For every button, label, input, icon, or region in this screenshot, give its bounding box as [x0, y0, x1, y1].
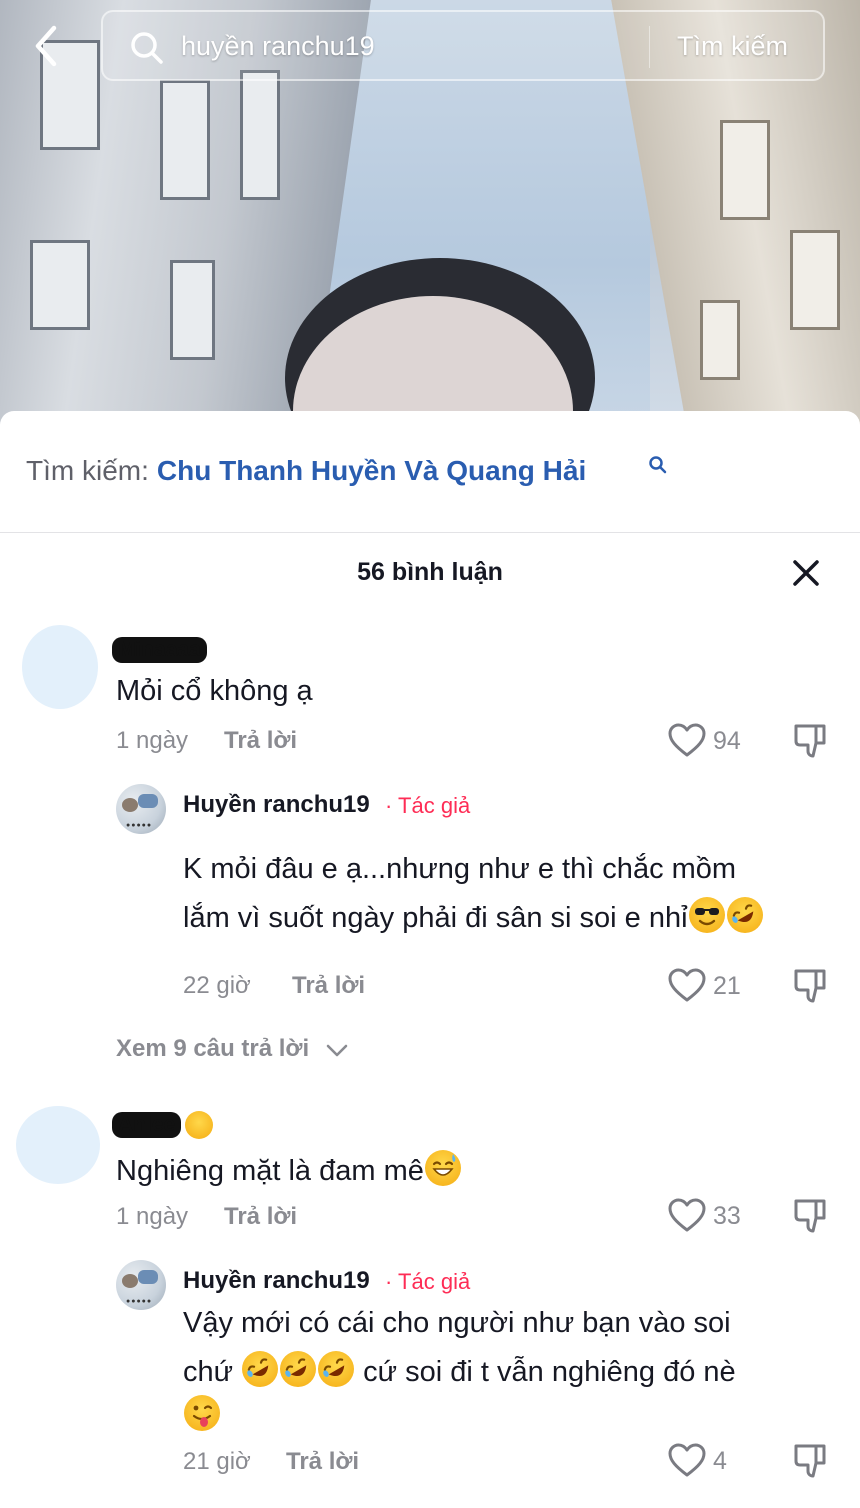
like-count: 4 [713, 1447, 727, 1475]
search-icon [649, 456, 667, 474]
avatar-dots: ●●●●● [126, 822, 153, 829]
author-badge: · Tác giả [385, 793, 471, 818]
window [700, 300, 740, 380]
window [30, 240, 90, 330]
like-count: 33 [713, 1202, 741, 1230]
dislike-icon[interactable] [792, 1196, 830, 1236]
search-bar[interactable]: huyền ranchu19 Tìm kiếm [101, 10, 825, 81]
chevron-left-icon [35, 25, 57, 67]
reply-button[interactable]: Trả lời [224, 1203, 297, 1231]
chevron-down-icon[interactable] [325, 1038, 349, 1062]
dislike-icon[interactable] [792, 966, 830, 1006]
reply-text-line-1: Vậy mới có cái cho người như bạn vào soi [183, 1307, 731, 1339]
avatar-shape [122, 1274, 138, 1288]
rofl-emoji-icon [318, 1351, 355, 1387]
avatar-shape [138, 794, 158, 808]
like-button[interactable]: 21 [667, 966, 757, 1006]
heart-icon [668, 1443, 706, 1477]
comment-username[interactable]: Minaaaa [112, 637, 207, 663]
sweat-smile-emoji-icon [424, 1150, 461, 1186]
divider [0, 532, 860, 533]
close-icon[interactable] [790, 557, 822, 589]
like-count: 94 [713, 727, 741, 755]
comment-username[interactable]: Anlee [112, 1112, 182, 1138]
related-search-link[interactable]: Tìm kiếm: Chu Thanh Huyền Và Quang Hải [26, 455, 586, 487]
window [160, 80, 210, 200]
like-button[interactable]: 4 [667, 1441, 757, 1481]
window [240, 70, 280, 200]
comment-time: 1 ngày [116, 727, 189, 754]
dislike-icon[interactable] [792, 1441, 830, 1481]
window [790, 230, 840, 330]
avatar-dots: ●●●●● [126, 1298, 153, 1305]
rofl-emoji-icon [280, 1351, 317, 1387]
comment-count: 56 bình luận [357, 558, 503, 586]
search-divider [649, 26, 650, 68]
author-avatar[interactable]: ●●●●● [116, 784, 166, 834]
sunglasses-emoji-icon [688, 897, 725, 933]
avatar[interactable] [16, 1106, 100, 1184]
heart-icon [668, 1198, 706, 1232]
reply-username[interactable]: Huyền ranchu19 [183, 791, 370, 819]
comment-text: Nghiêng mặt là đam mê [116, 1155, 424, 1187]
comment-text-line: Nghiêng mặt là đam mê [116, 1147, 462, 1196]
reply-text-line-2: chứ cứ soi đi t vẫn nghiêng đó nè [183, 1348, 736, 1397]
author-avatar[interactable]: ●●●●● [116, 1260, 166, 1310]
dislike-icon[interactable] [792, 721, 830, 761]
search-input[interactable]: huyền ranchu19 [181, 31, 375, 62]
avatar-shape [138, 1270, 158, 1284]
reply-text-line-3 [183, 1392, 221, 1441]
window [170, 260, 215, 360]
back-button[interactable] [24, 22, 72, 70]
reply-text: chứ [183, 1356, 234, 1388]
view-replies-button[interactable]: Xem 9 câu trả lời [116, 1035, 309, 1063]
comments-sheet: Tìm kiếm: Chu Thanh Huyền Và Quang Hải 56… [0, 411, 860, 1508]
reply-button[interactable]: Trả lời [286, 1448, 359, 1476]
rofl-emoji-icon [726, 897, 763, 933]
reply-time: 21 giờ [183, 1448, 251, 1475]
reply-button[interactable]: Trả lời [292, 972, 365, 1000]
search-icon [131, 32, 163, 64]
reply-text-line-2: lắm vì suốt ngày phải đi sân si soi e nh… [183, 894, 764, 943]
heart-icon [668, 968, 706, 1002]
tongue-wink-emoji-icon [184, 1395, 220, 1431]
related-search-query[interactable]: Chu Thanh Huyền Và Quang Hải [157, 455, 586, 486]
reply-username[interactable]: Huyền ranchu19 [183, 1267, 370, 1295]
like-button[interactable]: 94 [667, 721, 757, 761]
reply-button[interactable]: Trả lời [224, 727, 297, 755]
author-badge: · Tác giả [385, 1269, 471, 1294]
comment-text: Mỏi cổ không ạ [116, 675, 313, 707]
heart-hands-emoji-icon [185, 1111, 213, 1139]
comment-time: 1 ngày [116, 1203, 189, 1230]
avatar-shape [122, 798, 138, 812]
reply-text-line-1: K mỏi đâu e ạ...nhưng như e thì chắc mồm [183, 853, 737, 885]
reply-text: lắm vì suốt ngày phải đi sân si soi e nh… [183, 902, 688, 934]
like-button[interactable]: 33 [667, 1196, 757, 1236]
window [720, 120, 770, 220]
avatar[interactable] [22, 625, 98, 709]
related-search-prefix: Tìm kiếm: [26, 455, 149, 486]
reply-time: 22 giờ [183, 972, 251, 999]
heart-icon [668, 723, 706, 757]
like-count: 21 [713, 972, 741, 1000]
reply-text: cứ soi đi t vẫn nghiêng đó nè [363, 1356, 736, 1388]
search-submit-button[interactable]: Tìm kiếm [677, 31, 788, 62]
rofl-emoji-icon [242, 1351, 279, 1387]
